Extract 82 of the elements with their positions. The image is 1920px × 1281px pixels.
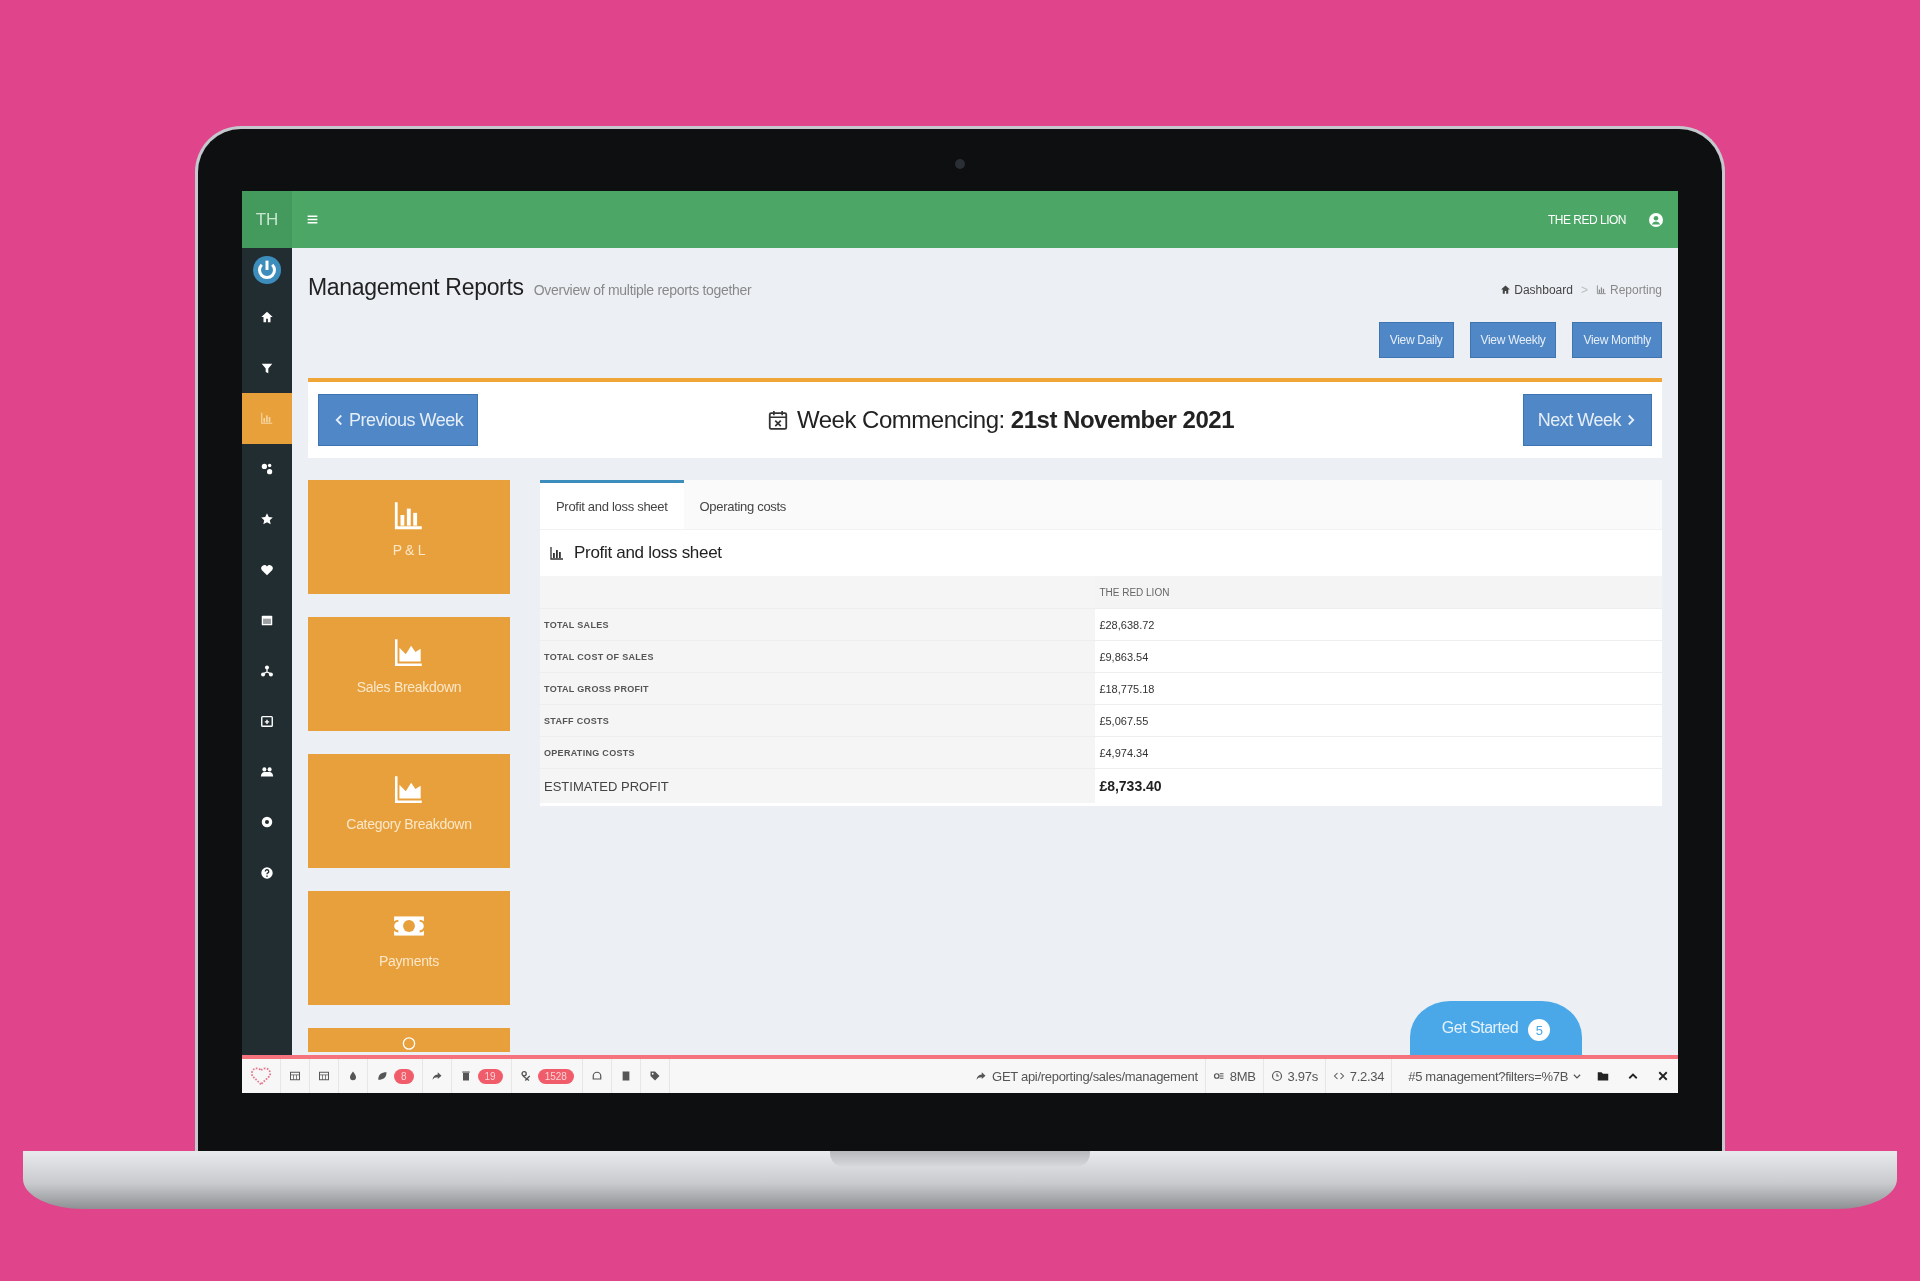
home-icon (260, 310, 274, 325)
previous-week-button[interactable]: Previous Week (318, 394, 479, 446)
report-card[interactable]: Sales Breakdown (308, 617, 510, 731)
bar-chart-icon (260, 411, 274, 426)
folder-icon (1597, 1070, 1609, 1082)
help-icon (260, 865, 274, 880)
heart-icon (250, 1065, 272, 1087)
user-icon (1648, 211, 1664, 228)
memory-icon (1212, 1070, 1225, 1082)
bar-chart-icon (1595, 284, 1607, 295)
request-select[interactable]: #5 management?filters=%7B (1402, 1068, 1588, 1084)
row-label: TOTAL GROSS PROFIT (540, 672, 1096, 705)
php-version: 7.2.34 (1349, 1068, 1385, 1084)
table-cell: £4,974.34 (1095, 736, 1662, 769)
tag-icon (648, 1070, 661, 1082)
report-card[interactable]: Category Breakdown (308, 754, 510, 868)
row-label: ESTIMATED PROFIT (540, 768, 1096, 803)
report-card[interactable]: Payments (308, 891, 510, 1005)
calendar-plus-icon (260, 714, 274, 729)
clock-icon (1270, 1070, 1283, 1082)
page-subtitle: Overview of multiple reports together (533, 282, 752, 298)
tab[interactable]: Operating costs (683, 480, 803, 529)
tab[interactable]: Profit and loss sheet (540, 480, 684, 529)
page-title: Management Reports (308, 274, 524, 301)
star-icon (260, 512, 274, 527)
count-badge: 5 (1528, 1019, 1551, 1041)
row-label: TOTAL SALES (540, 608, 1096, 641)
breadcrumb-link[interactable]: Reporting (1595, 282, 1662, 297)
get-started-button[interactable]: Get Started 5 (1410, 1001, 1582, 1055)
bar-chart-icon (548, 545, 566, 561)
count-badge: 1528 (537, 1068, 574, 1084)
caret-icon (1572, 1071, 1582, 1081)
table-cell: £9,863.54 (1095, 640, 1662, 673)
brand-logo[interactable]: TH (242, 191, 292, 248)
row-label: OPERATING COSTS (540, 736, 1096, 769)
count-badge: 8 (394, 1068, 414, 1084)
row-label: TOTAL COST OF SALES (540, 640, 1096, 673)
table-cell: £18,775.18 (1095, 672, 1662, 705)
code-icon (1332, 1070, 1345, 1082)
panel-title: Profit and loss sheet (574, 543, 722, 563)
memory-usage: 8MB (1229, 1068, 1256, 1084)
home-icon (1500, 284, 1512, 295)
circles-icon (260, 461, 274, 476)
account-name[interactable]: THE RED LION (1548, 212, 1626, 227)
breadcrumb-link[interactable]: Dashboard (1500, 282, 1573, 297)
next-week-button[interactable]: Next Week (1522, 394, 1652, 446)
debug-tab[interactable]: 8 (368, 1059, 423, 1093)
report-card[interactable]: P & L (308, 480, 510, 594)
menu-icon (306, 213, 319, 226)
debug-tab[interactable]: 1528 (511, 1059, 583, 1093)
view-button[interactable]: View Monthly (1572, 322, 1662, 358)
calendar-icon (260, 613, 274, 628)
trash-icon (459, 1070, 472, 1082)
heart-icon (260, 562, 274, 577)
share-icon (430, 1070, 443, 1082)
calendar-icon (767, 408, 790, 432)
leaf-icon (376, 1070, 388, 1082)
camera-dot (955, 159, 965, 169)
chevron-right-icon (1625, 413, 1637, 427)
close-icon (1657, 1070, 1669, 1082)
breadcrumb-separator: > (1580, 282, 1588, 297)
request-info: GET api/reporting/sales/management (992, 1068, 1198, 1084)
drop-icon (347, 1070, 359, 1082)
users-icon (260, 764, 274, 779)
table-icon (289, 1070, 301, 1082)
request-duration: 3.97s (1287, 1068, 1318, 1084)
count-badge: 19 (477, 1068, 503, 1084)
grid-icon (318, 1070, 330, 1082)
view-button[interactable]: View Weekly (1469, 322, 1557, 358)
table-cell: £5,067.55 (1095, 704, 1662, 737)
table-cell: £28,638.72 (1095, 608, 1662, 641)
row-label: STAFF COSTS (540, 704, 1096, 737)
share-icon (975, 1070, 988, 1082)
debug-tab[interactable]: 19 (451, 1059, 512, 1093)
table-cell: £8,733.40 (1095, 768, 1662, 803)
column-header: THE RED LION (1095, 576, 1662, 609)
view-button[interactable]: View Daily (1378, 322, 1454, 358)
chevron-left-icon (333, 413, 345, 427)
settings-icon (260, 815, 274, 830)
week-heading: Week Commencing: 21st November 2021 (797, 406, 1234, 434)
power-icon (252, 255, 282, 285)
sitemap-icon (260, 663, 274, 678)
